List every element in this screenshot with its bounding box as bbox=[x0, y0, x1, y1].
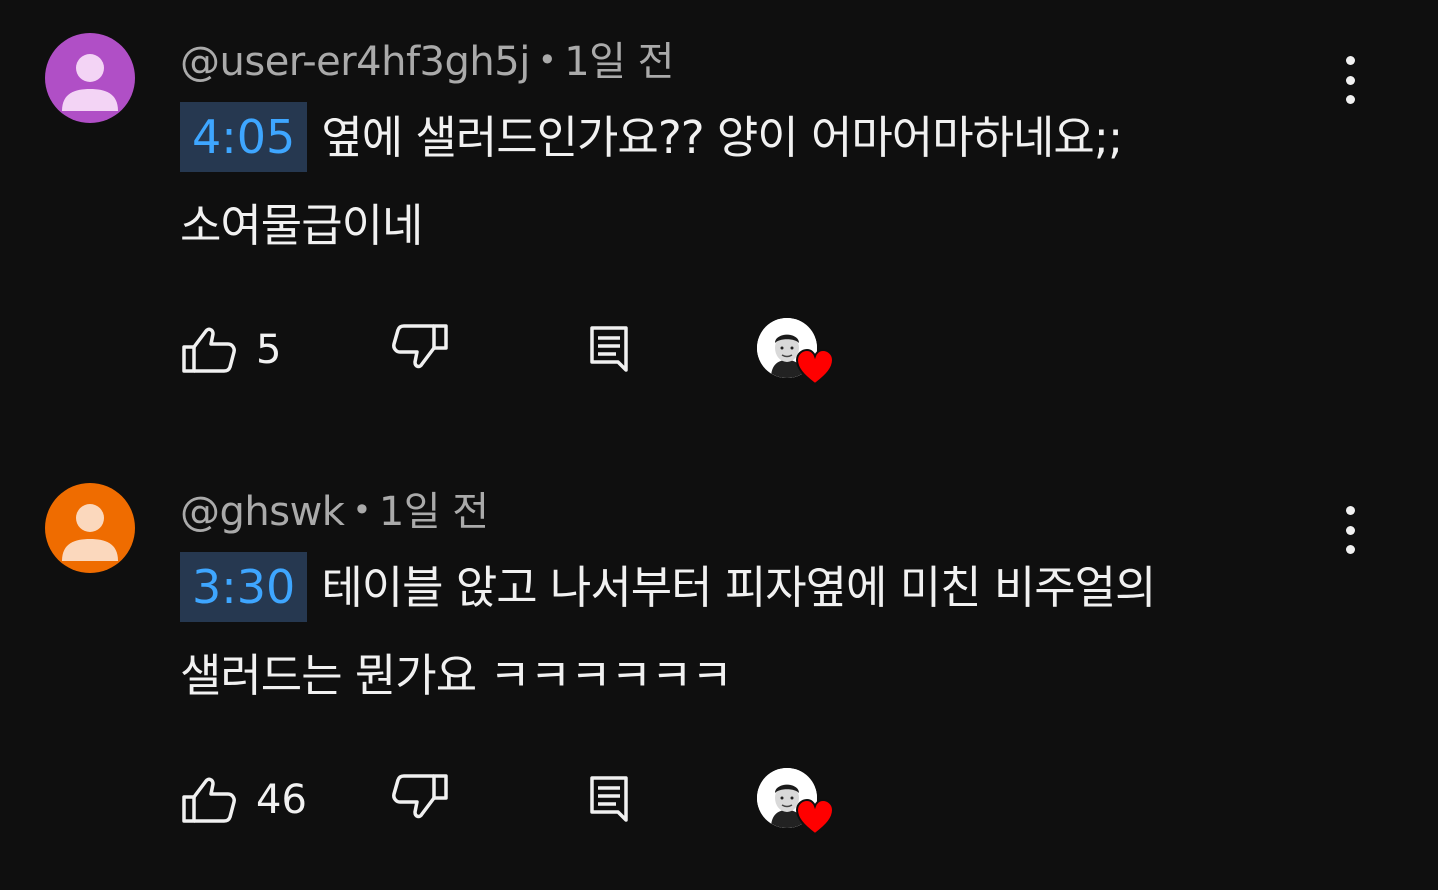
author-name[interactable]: @user-er4hf3gh5j bbox=[180, 39, 530, 85]
comment-item: @ghswk • 1일 전 3:30 테이블 앉고 나서부터 피자옆에 미친 비주얼의… bbox=[0, 450, 1438, 890]
thumbs-up-icon bbox=[182, 777, 236, 823]
timestamp-link[interactable]: 4:05 bbox=[180, 102, 308, 172]
comment-text-line2: 소여물급이네 bbox=[180, 199, 423, 252]
heart-icon bbox=[795, 798, 835, 836]
creator-heart-badge bbox=[757, 768, 837, 838]
separator: • bbox=[537, 41, 557, 79]
reply-comment-icon bbox=[590, 776, 628, 822]
comment-actions: 5 bbox=[180, 318, 880, 386]
time-ago[interactable]: 1일 전 bbox=[379, 489, 489, 535]
time-ago[interactable]: 1일 전 bbox=[564, 39, 674, 85]
comment-text: 3:30 테이블 앉고 나서부터 피자옆에 미친 비주얼의 샐러드는 뭔가요 ㅋㅋ… bbox=[180, 552, 1320, 711]
comment-text-line2: 샐러드는 뭔가요 ㅋㅋㅋㅋㅋㅋ bbox=[180, 649, 733, 702]
avatar[interactable] bbox=[45, 483, 135, 573]
more-vertical-icon[interactable] bbox=[1326, 52, 1374, 108]
comment-text: 4:05 옆에 샐러드인가요?? 양이 어마어마하네요;; 소여물급이네 bbox=[180, 102, 1320, 261]
comment-actions: 46 bbox=[180, 768, 880, 836]
thumbs-down-icon bbox=[392, 774, 448, 819]
more-vertical-icon[interactable] bbox=[1326, 502, 1374, 558]
comment-item: @user-er4hf3gh5j • 1일 전 4:05 옆에 샐러드인가요?? 양이… bbox=[0, 0, 1438, 440]
reply-comment-icon bbox=[590, 326, 628, 372]
reply-button[interactable] bbox=[582, 770, 638, 830]
comment-text-line1: 옆에 샐러드인가요?? 양이 어마어마하네요;; bbox=[321, 111, 1123, 164]
dislike-button[interactable] bbox=[390, 770, 450, 830]
reply-button[interactable] bbox=[582, 320, 638, 380]
author-name[interactable]: @ghswk bbox=[180, 489, 345, 535]
avatar[interactable] bbox=[45, 33, 135, 123]
creator-heart-badge bbox=[757, 318, 837, 388]
separator: • bbox=[352, 491, 371, 529]
comment-meta: @ghswk • 1일 전 bbox=[180, 484, 489, 536]
dislike-button[interactable] bbox=[390, 320, 450, 380]
thumbs-down-icon bbox=[392, 324, 448, 369]
like-button[interactable]: 46 bbox=[180, 770, 307, 830]
person-silhouette-icon bbox=[45, 33, 135, 123]
thumbs-up-icon bbox=[182, 327, 236, 373]
like-count: 5 bbox=[256, 327, 282, 373]
comment-meta: @user-er4hf3gh5j • 1일 전 bbox=[180, 34, 674, 86]
heart-icon bbox=[795, 348, 835, 386]
timestamp-link[interactable]: 3:30 bbox=[180, 552, 308, 622]
comment-text-line1: 테이블 앉고 나서부터 피자옆에 미친 비주얼의 bbox=[321, 561, 1156, 614]
like-button[interactable]: 5 bbox=[180, 320, 281, 380]
person-silhouette-icon bbox=[45, 483, 135, 573]
like-count: 46 bbox=[256, 777, 307, 823]
